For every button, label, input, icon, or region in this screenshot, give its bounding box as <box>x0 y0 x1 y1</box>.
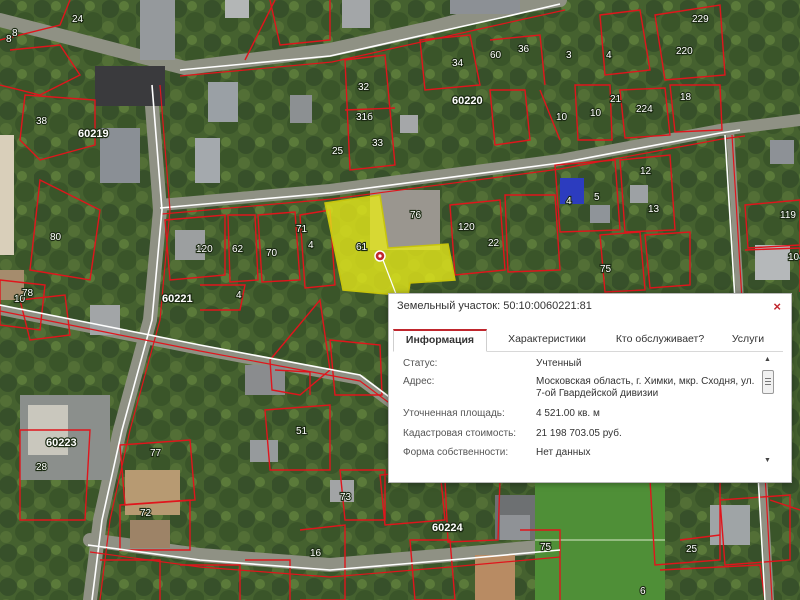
parcel-number-label: 80 <box>50 232 62 243</box>
parcel-number-label: 22 <box>488 238 500 249</box>
tab-information[interactable]: Информация <box>393 329 487 352</box>
parcel-number-label: 8 <box>6 34 12 45</box>
parcel-number-label: 8 <box>12 28 18 39</box>
parcel-number-label: 120 <box>458 222 475 233</box>
parcel-number-label: 73 <box>340 492 352 503</box>
field-value: 4 521.00 кв. м <box>536 408 600 419</box>
parcel-number-label: 75 <box>540 542 552 553</box>
parcel-number-label: 70 <box>266 248 278 259</box>
parcel-number-label: 76 <box>410 210 422 221</box>
parcel-number-label: 72 <box>140 508 152 519</box>
parcel-number-label: 38 <box>36 116 48 127</box>
field-label: Уточненная площадь: <box>403 408 505 419</box>
parcel-number-label: 25 <box>332 146 344 157</box>
tab-who-serves[interactable]: Кто обслуживает? <box>607 329 713 350</box>
parcel-number-label: 18 <box>680 92 692 103</box>
parcel-number-label: 13 <box>648 204 660 215</box>
popup-title: Земельный участок: 50:10:0060221:81 <box>397 300 592 312</box>
field-label: Адрес: <box>403 376 435 387</box>
field-label: Статус: <box>403 358 438 369</box>
parcel-number-label: 61 <box>356 242 368 253</box>
block-number-label: 60221 <box>162 293 193 305</box>
parcel-number-label: 10 <box>556 112 568 123</box>
parcel-number-label: 229 <box>692 14 709 25</box>
field-label: Кадастровая стоимость: <box>403 428 517 439</box>
popup-scrollbar[interactable]: ▲ ▼ <box>761 356 775 464</box>
parcel-number-label: 3 <box>566 50 572 61</box>
parcel-number-label: 60 <box>490 50 502 61</box>
parcel-number-label: 4 <box>566 196 572 207</box>
block-number-label: 60223 <box>46 437 77 449</box>
parcel-number-label: 36 <box>518 44 530 55</box>
scroll-down-icon[interactable]: ▼ <box>764 457 771 464</box>
parcel-number-label: 75 <box>600 264 612 275</box>
parcel-number-label: 34 <box>452 58 464 69</box>
parcel-number-label: 220 <box>676 46 693 57</box>
parcel-number-label: 62 <box>232 244 244 255</box>
field-value: Нет данных <box>536 447 591 458</box>
tab-characteristics[interactable]: Характеристики <box>493 329 601 350</box>
parcel-number-label: 104 <box>788 252 800 263</box>
parcel-number-label: 224 <box>636 104 653 115</box>
parcel-number-label: 77 <box>150 448 162 459</box>
parcel-number-label: 51 <box>296 426 308 437</box>
parcel-number-label: 5 <box>594 192 600 203</box>
parcel-number-label: 6 <box>640 586 646 597</box>
block-number-label: 60220 <box>452 95 483 107</box>
parcel-number-label: 4 <box>308 240 314 251</box>
parcel-number-label: 71 <box>296 224 308 235</box>
field-value: Московская область, г. Химки, мкр. Сходн… <box>536 376 755 399</box>
parcel-number-label: 25 <box>686 544 698 555</box>
parcel-number-label: 120 <box>196 244 213 255</box>
parcel-number-label: 24 <box>72 14 84 25</box>
parcel-number-label: 78 <box>22 288 34 299</box>
parcel-number-label: 10 <box>590 108 602 119</box>
parcel-number-label: 33 <box>372 138 384 149</box>
parcel-number-label: 31б <box>356 111 373 123</box>
parcel-number-label: 28 <box>36 462 48 473</box>
parcel-info-popup: Земельный участок: 50:10:0060221:81 × Ин… <box>388 293 792 483</box>
field-value: 21 198 703.05 руб. <box>536 428 622 439</box>
parcel-number-label: 16 <box>310 548 322 559</box>
tab-services[interactable]: Услуги <box>718 329 778 350</box>
parcel-number-label: 12 <box>640 166 652 177</box>
block-number-label: 60224 <box>432 522 463 534</box>
parcel-number-label: 119 <box>780 210 796 221</box>
popup-tabs: Информация Характеристики Кто обслуживае… <box>393 329 783 352</box>
parcel-number-label: 4 <box>606 50 612 61</box>
parcel-number-label: 32 <box>358 82 370 93</box>
close-icon[interactable]: × <box>773 299 781 314</box>
scroll-up-icon[interactable]: ▲ <box>764 356 771 363</box>
field-label: Форма собственности: <box>403 447 509 458</box>
field-value: Учтенный <box>536 358 582 369</box>
block-number-label: 60219 <box>78 128 109 140</box>
parcel-number-label: 21 <box>610 94 622 105</box>
parcel-number-label: 4 <box>236 290 242 301</box>
scroll-thumb[interactable] <box>762 370 774 394</box>
